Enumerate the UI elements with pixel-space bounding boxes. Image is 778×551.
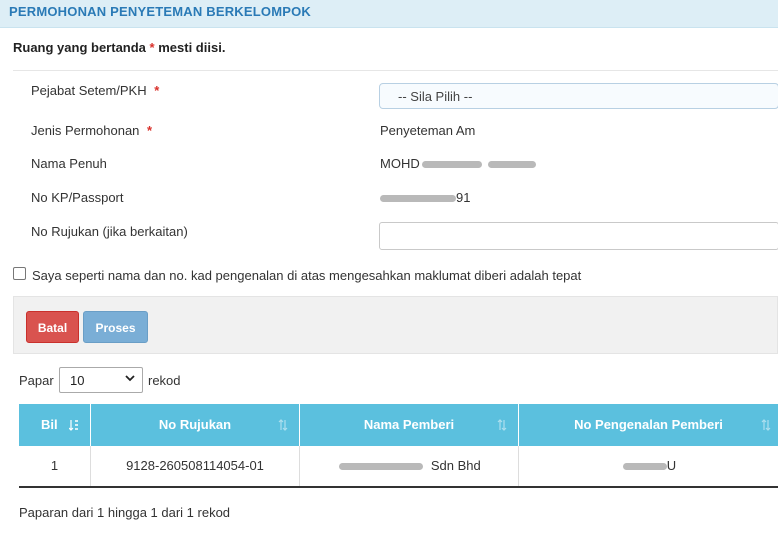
kp-label: No KP/Passport	[31, 190, 124, 205]
nama-value: MOHD	[380, 156, 536, 171]
redacted-mark	[421, 161, 482, 169]
sort-icon	[69, 420, 78, 431]
cell-bil: 1	[19, 446, 91, 486]
cell-no-rujukan: 9128-260508114054-01	[91, 446, 300, 486]
batal-button[interactable]: Batal	[26, 311, 79, 343]
jenis-label-text: Jenis Permohonan	[31, 123, 140, 138]
chevron-down-icon	[125, 375, 135, 382]
sort-icon	[761, 419, 771, 431]
page-size-select[interactable]: 10	[59, 367, 143, 393]
cell-nama-pemberi: Sdn Bhd	[300, 446, 519, 486]
required-star: *	[149, 40, 155, 55]
papar-label: Papar	[19, 373, 54, 388]
column-header-no-rujukan[interactable]: No Rujukan	[91, 404, 300, 446]
page-size-value: 10	[70, 373, 85, 388]
page-title: PERMOHONAN PENYETEMAN BERKELOMPOK	[9, 4, 312, 19]
nama-label: Nama Penuh	[31, 156, 107, 171]
divider	[13, 70, 778, 71]
jenis-value: Penyeteman Am	[380, 123, 476, 138]
cell-no-pengenalan: U	[519, 446, 778, 486]
required-note-suffix: mesti diisi.	[158, 40, 226, 55]
column-header-bil[interactable]: Bil	[19, 404, 91, 446]
rujukan-label: No Rujukan (jika berkaitan)	[31, 224, 188, 239]
kp-value: 91	[380, 190, 470, 205]
kp-value-text: 91	[456, 190, 471, 205]
column-header-nama-pemberi[interactable]: Nama Pemberi	[300, 404, 519, 446]
sort-icon	[497, 419, 507, 431]
pejabat-select-value: -- Sila Pilih --	[398, 89, 473, 104]
cell-no-pengenalan-text: U	[666, 458, 677, 473]
jenis-label: Jenis Permohonan *	[31, 123, 152, 138]
redacted-mark	[380, 195, 456, 203]
button-bar: Batal Proses	[13, 296, 778, 354]
pejabat-label-text: Pejabat Setem/PKH	[31, 83, 147, 98]
column-header-label: No Pengenalan Pemberi	[574, 417, 723, 432]
nama-value-text: MOHD	[380, 156, 420, 171]
proses-button[interactable]: Proses	[83, 311, 148, 343]
redacted-mark	[339, 463, 424, 471]
table-summary: Paparan dari 1 hingga 1 dari 1 rekod	[19, 505, 231, 520]
page-header: PERMOHONAN PENYETEMAN BERKELOMPOK	[0, 0, 778, 28]
redacted-mark	[622, 463, 667, 471]
table-header: Bil No Rujukan Nama Pemberi No Pengenala…	[19, 404, 778, 446]
required-note-prefix: Ruang yang bertanda	[13, 40, 146, 55]
rujukan-input[interactable]	[379, 222, 778, 250]
declaration-label: Saya seperti nama dan no. kad pengenalan…	[32, 268, 582, 283]
pejabat-label: Pejabat Setem/PKH *	[31, 83, 159, 98]
column-header-label: Nama Pemberi	[363, 417, 455, 432]
column-header-label: No Rujukan	[158, 417, 232, 432]
required-star: *	[147, 123, 153, 138]
redacted-mark	[487, 161, 536, 169]
sort-icon	[278, 419, 288, 431]
column-header-label: Bil	[41, 417, 58, 432]
table-row: 1 9128-260508114054-01 Sdn Bhd U	[19, 446, 778, 488]
required-star: *	[154, 83, 160, 98]
pejabat-select[interactable]: -- Sila Pilih --	[379, 83, 778, 109]
cell-nama-pemberi-text: Sdn Bhd	[430, 458, 481, 473]
required-note: Ruang yang bertanda * mesti diisi.	[13, 40, 225, 55]
column-header-no-pengenalan[interactable]: No Pengenalan Pemberi	[519, 404, 778, 446]
declaration-checkbox[interactable]	[13, 267, 26, 280]
rekod-label: rekod	[148, 373, 181, 388]
